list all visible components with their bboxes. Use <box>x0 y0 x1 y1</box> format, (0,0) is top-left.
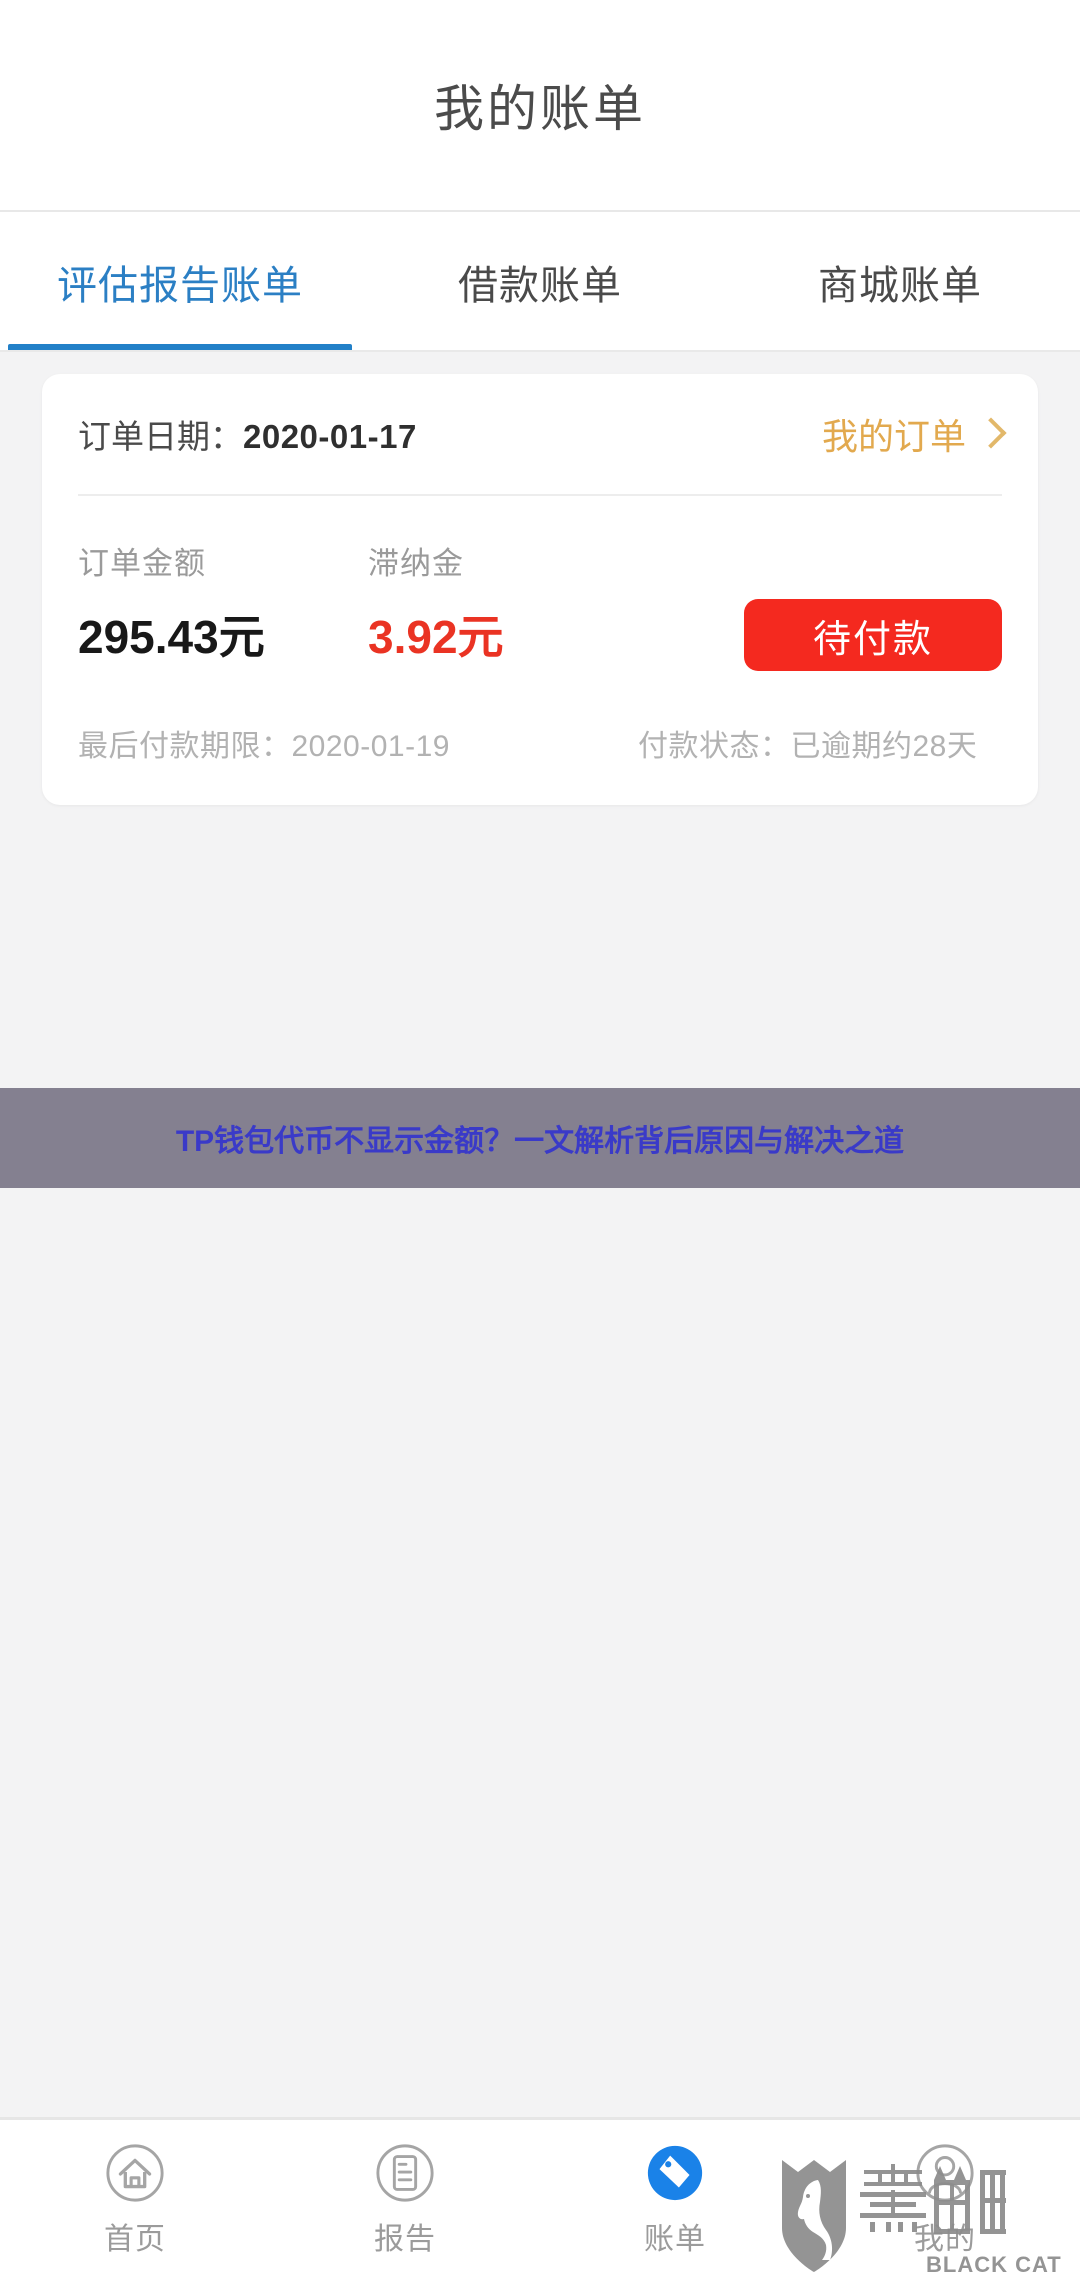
nav-item-report[interactable]: 报告 <box>270 2142 540 2258</box>
tab-loan-bill[interactable]: 借款账单 <box>360 212 720 352</box>
ad-banner[interactable]: TP钱包代币不显示金额？一文解析背后原因与解决之道 <box>0 1088 1080 1188</box>
order-principal-label: 订单金额 <box>78 546 206 581</box>
order-date: 订单日期：2020-01-17 <box>78 410 417 458</box>
nav-label-bill: 账单 <box>644 2223 706 2256</box>
nav-item-bill[interactable]: 账单 <box>540 2142 810 2258</box>
order-card-header-row: 订单日期：2020-01-17 我的订单 <box>78 374 1007 494</box>
bottom-navigation-bar: 首页 报告 账单 我的 <box>0 2117 1080 2280</box>
order-principal-value: 295.43元 <box>78 611 265 663</box>
tab-mall-bill[interactable]: 商城账单 <box>720 212 1080 352</box>
nav-item-profile[interactable]: 我的 <box>810 2142 1080 2258</box>
order-late-fee-label: 滞纳金 <box>368 546 464 581</box>
order-amounts-row: 订单金额 295.43元 滞纳金 3.92元 待付款 <box>78 496 1002 673</box>
page-title: 我的账单 <box>434 81 646 137</box>
bill-list-content: 订单日期：2020-01-17 我的订单 订单金额 295.43元 滞纳金 3.… <box>0 352 1080 805</box>
page-header: 我的账单 <box>0 0 1080 212</box>
tab-assessment-report-bill[interactable]: 评估报告账单 <box>0 212 360 352</box>
order-payment-status: 付款状态：已逾期约28天 <box>638 730 978 763</box>
order-late-fee: 滞纳金 3.92元 <box>368 538 698 667</box>
pay-now-button[interactable]: 待付款 <box>744 599 1002 671</box>
order-due-date: 最后付款期限：2020-01-19 <box>78 730 450 763</box>
order-late-fee-value: 3.92元 <box>368 611 504 663</box>
tab-label: 评估报告账单 <box>57 264 303 308</box>
document-circle-icon <box>376 2144 434 2202</box>
nav-item-home[interactable]: 首页 <box>0 2142 270 2258</box>
order-date-label: 订单日期： <box>78 418 243 455</box>
nav-label-home: 首页 <box>104 2223 166 2256</box>
tab-label: 商城账单 <box>818 264 982 308</box>
order-date-value: 2020-01-17 <box>243 418 417 455</box>
tab-label: 借款账单 <box>458 264 622 308</box>
tag-circle-icon <box>647 2145 703 2201</box>
nav-label-report: 报告 <box>374 2223 436 2256</box>
my-orders-label: 我的订单 <box>821 416 966 457</box>
home-circle-icon <box>106 2144 164 2202</box>
bill-type-tabbar: 评估报告账单 借款账单 商城账单 <box>0 212 1080 352</box>
nav-label-profile: 我的 <box>914 2223 976 2256</box>
chevron-right-icon <box>975 417 1007 449</box>
order-meta-row: 最后付款期限：2020-01-19 付款状态：已逾期约28天 <box>78 673 1002 805</box>
person-circle-icon <box>916 2144 974 2202</box>
order-principal-amount: 订单金额 295.43元 <box>78 538 368 667</box>
tabbar-baseline <box>0 350 1080 352</box>
ad-banner-text: TP钱包代币不显示金额？一文解析背后原因与解决之道 <box>175 1125 905 1158</box>
order-card[interactable]: 订单日期：2020-01-17 我的订单 订单金额 295.43元 滞纳金 3.… <box>42 374 1038 805</box>
my-orders-link[interactable]: 我的订单 <box>821 408 1007 460</box>
